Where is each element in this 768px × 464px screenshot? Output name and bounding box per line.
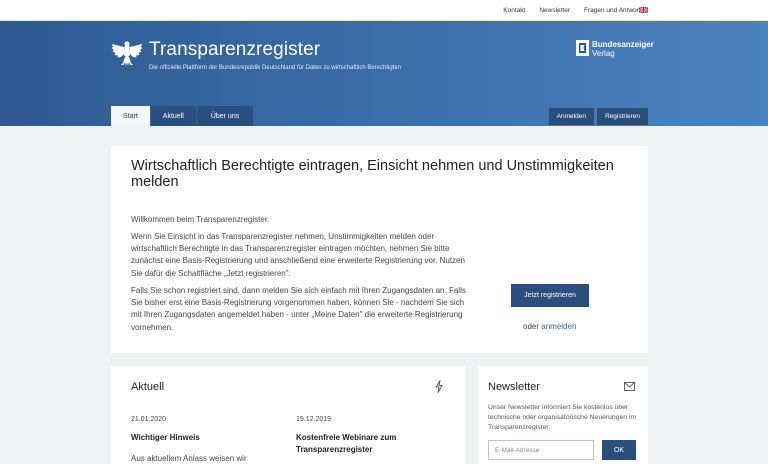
- utility-links: Kontakt Newsletter Fragen und Antworten: [489, 0, 648, 21]
- site-subtitle: Die offizielle Plattform der Bundesrepub…: [149, 65, 402, 71]
- register-now-button[interactable]: Jetzt registrieren: [511, 284, 589, 307]
- newsletter-title: Newsletter: [488, 381, 540, 393]
- mail-icon: [624, 382, 635, 391]
- news-teaser: Aus aktuellem Anlass weisen wir: [131, 454, 247, 463]
- newsletter-card: Newsletter Unser Newsletter informiert S…: [478, 366, 648, 464]
- welcome-text: Willkommen beim Transparenzregister.: [131, 215, 270, 224]
- tab-aktuell[interactable]: Aktuell: [150, 106, 196, 126]
- registration-info-text: Wenn Sie Einsicht in das Transparenzregi…: [131, 232, 465, 278]
- lightning-icon: [435, 380, 443, 393]
- site-header: Transparenzregister Die offizielle Platt…: [0, 21, 768, 126]
- tab-start[interactable]: Start: [111, 106, 150, 126]
- tab-ueber-uns[interactable]: Über uns: [196, 106, 254, 126]
- bundesanzeiger-logo-icon[interactable]: [576, 40, 589, 56]
- or-login: oder anmelden: [523, 322, 576, 331]
- publisher-name: Bundesanzeiger: [592, 40, 654, 49]
- email-input[interactable]: [488, 440, 594, 460]
- welcome-card: Wirtschaftlich Berechtigte eintragen, Ei…: [111, 146, 648, 353]
- login-button[interactable]: Anmelden: [548, 108, 594, 125]
- federal-eagle-icon[interactable]: [111, 38, 143, 70]
- news-headline-link[interactable]: Wichtiger Hinweis: [131, 432, 241, 444]
- newsletter-submit-button[interactable]: OK: [602, 440, 636, 460]
- news-card: Aktuell 21.01.2020 Wichtiger Hinweis Aus…: [111, 366, 465, 464]
- site-title[interactable]: Transparenzregister: [149, 39, 320, 61]
- news-date: 21.01.2020: [131, 416, 167, 423]
- news-date: 19.12.2019: [296, 416, 332, 423]
- newsletter-link[interactable]: Newsletter: [539, 7, 570, 14]
- main-nav: Start Aktuell Über uns: [111, 106, 254, 126]
- newsletter-description: Unser Newsletter informiert Sie kostenlo…: [488, 404, 637, 431]
- auth-buttons: Anmelden Registrieren: [546, 108, 648, 125]
- uk-flag-icon[interactable]: [639, 7, 648, 13]
- or-text: oder: [523, 322, 540, 331]
- login-info-text: Falls Sie schon registriert sind, dann m…: [131, 286, 466, 332]
- register-button[interactable]: Registrieren: [596, 108, 648, 125]
- contact-link[interactable]: Kontakt: [503, 7, 525, 14]
- news-title: Aktuell: [131, 381, 165, 393]
- login-link[interactable]: anmelden: [541, 322, 576, 331]
- top-utility-bar: Kontakt Newsletter Fragen und Antworten: [0, 0, 768, 21]
- page-title: Wirtschaftlich Berechtigte eintragen, Ei…: [131, 158, 614, 190]
- news-headline-link[interactable]: Kostenfreie Webinare zum Transparenzregi…: [296, 432, 406, 456]
- publisher-sub: Verlag: [592, 49, 615, 58]
